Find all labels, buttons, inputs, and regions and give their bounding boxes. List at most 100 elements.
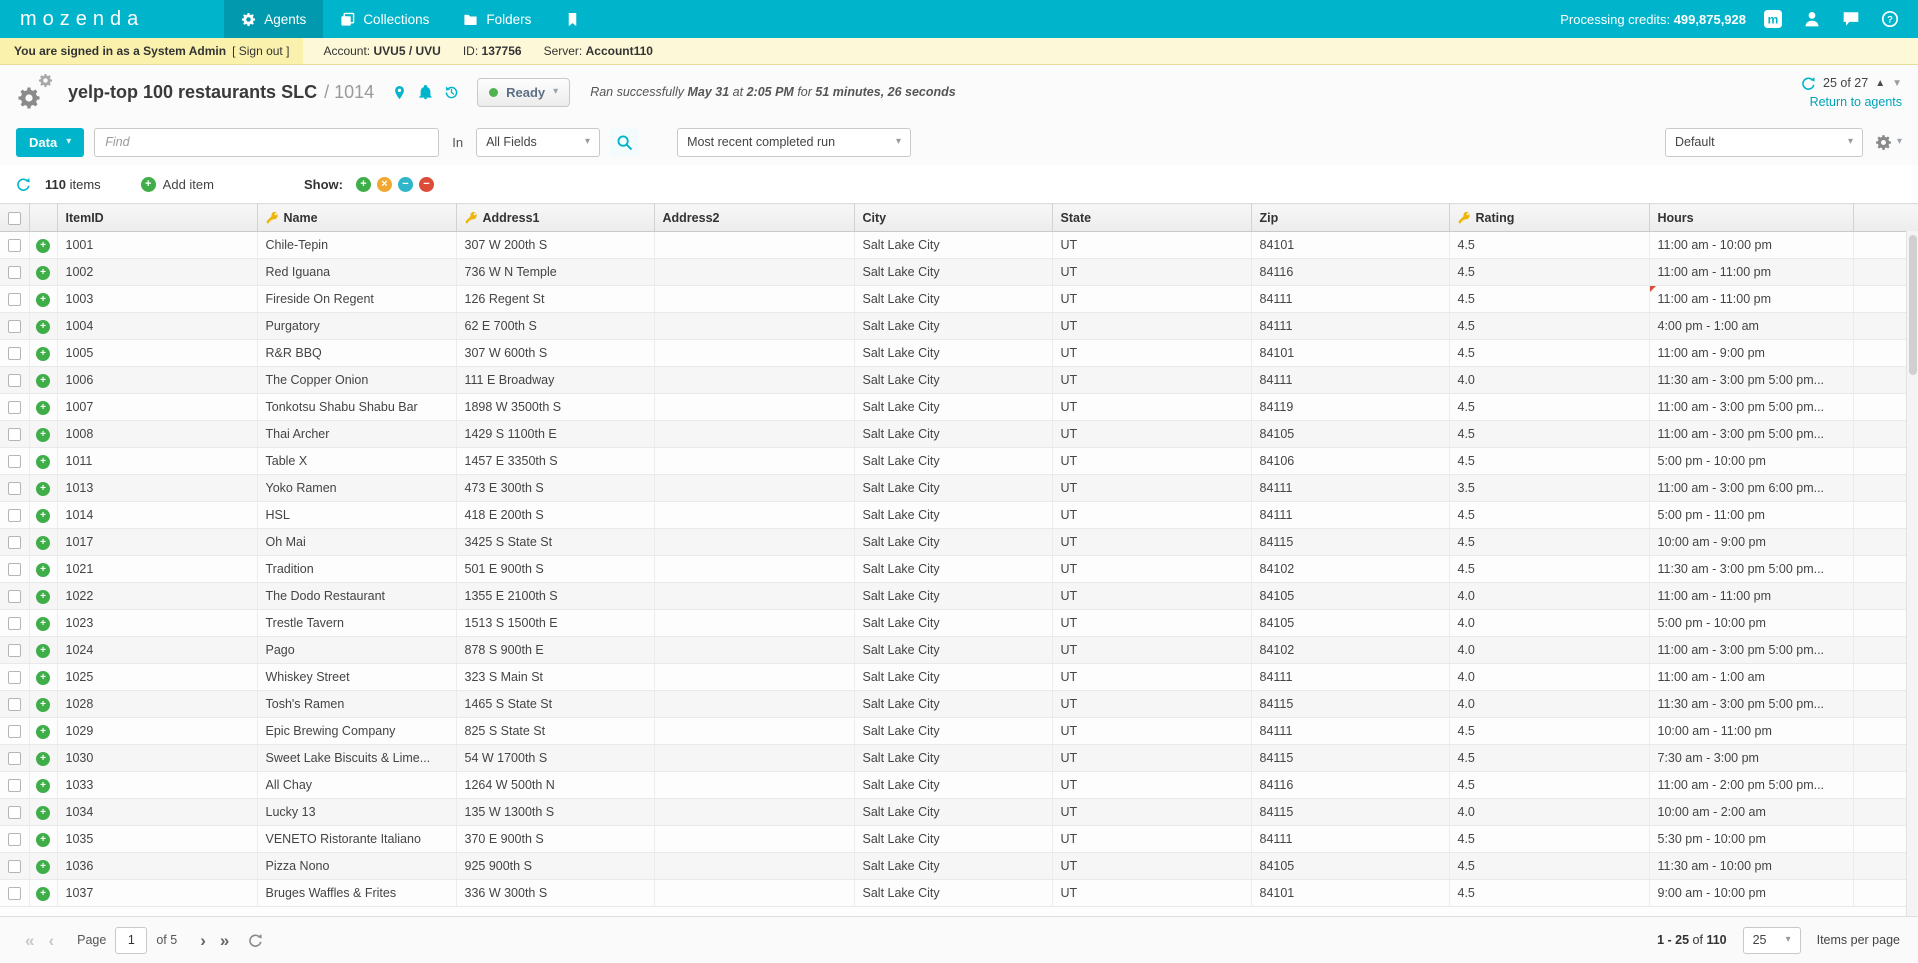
cell-itemid[interactable]: 1024 (57, 636, 258, 664)
cell-hours[interactable]: 11:30 am - 3:00 pm 5:00 pm... (1649, 366, 1854, 394)
expand-row-icon[interactable]: + (36, 266, 50, 280)
cell-zip[interactable]: 84116 (1251, 258, 1450, 286)
show-removed-icon[interactable]: − (418, 176, 434, 192)
cell-address2[interactable] (654, 771, 855, 799)
row-checkbox[interactable] (7, 752, 21, 766)
expand-row-icon[interactable]: + (36, 374, 50, 388)
last-page-icon[interactable]: » (213, 932, 236, 949)
return-to-agents-link[interactable]: Return to agents (1810, 95, 1902, 109)
cell-state[interactable]: UT (1052, 258, 1252, 286)
mozenda-app-icon[interactable]: m (1761, 7, 1785, 31)
row-checkbox[interactable] (7, 860, 21, 874)
cell-name[interactable]: Tonkotsu Shabu Shabu Bar (257, 393, 457, 421)
cell-name[interactable]: Table X (257, 447, 457, 475)
cell-address2[interactable] (654, 636, 855, 664)
cell-address1[interactable]: 135 W 1300th S (456, 798, 655, 826)
cell-itemid[interactable]: 1011 (57, 447, 258, 475)
cell-rating[interactable]: 4.0 (1449, 663, 1650, 691)
field-up-icon[interactable]: ▲ (1875, 78, 1885, 89)
cell-address1[interactable]: 1898 W 3500th S (456, 393, 655, 421)
cell-zip[interactable]: 84115 (1251, 744, 1450, 772)
cell-address1[interactable]: 1513 S 1500th E (456, 609, 655, 637)
show-neutral-icon[interactable]: − (397, 176, 413, 192)
cell-name[interactable]: Pizza Nono (257, 852, 457, 880)
cell-address2[interactable] (654, 312, 855, 340)
cell-name[interactable]: Purgatory (257, 312, 457, 340)
cell-hours[interactable]: 11:00 am - 3:00 pm 5:00 pm... (1649, 636, 1854, 664)
refresh-icon[interactable] (1801, 76, 1816, 91)
cell-rating[interactable]: 4.5 (1449, 501, 1650, 529)
cell-address1[interactable]: 336 W 300th S (456, 879, 655, 907)
cell-address2[interactable] (654, 501, 855, 529)
expand-row-icon[interactable]: + (36, 698, 50, 712)
cell-address2[interactable] (654, 582, 855, 610)
row-checkbox[interactable] (7, 833, 21, 847)
cell-address1[interactable]: 825 S State St (456, 717, 655, 745)
cell-hours[interactable]: 5:00 pm - 10:00 pm (1649, 447, 1854, 475)
cell-itemid[interactable]: 1029 (57, 717, 258, 745)
cell-city[interactable]: Salt Lake City (854, 312, 1053, 340)
cell-rating[interactable]: 4.5 (1449, 393, 1650, 421)
cell-city[interactable]: Salt Lake City (854, 555, 1053, 583)
cell-itemid[interactable]: 1005 (57, 339, 258, 367)
cell-itemid[interactable]: 1014 (57, 501, 258, 529)
nav-item-agents[interactable]: Agents (224, 0, 324, 38)
cell-city[interactable]: Salt Lake City (854, 474, 1053, 502)
cell-itemid[interactable]: 1021 (57, 555, 258, 583)
fields-select[interactable]: All Fields ▾ (476, 127, 601, 157)
cell-address1[interactable]: 473 E 300th S (456, 474, 655, 502)
cell-city[interactable]: Salt Lake City (854, 717, 1053, 745)
expand-row-icon[interactable]: + (36, 239, 50, 253)
expand-row-icon[interactable]: + (36, 644, 50, 658)
row-checkbox[interactable] (7, 887, 21, 901)
cell-state[interactable]: UT (1052, 582, 1252, 610)
expand-row-icon[interactable]: + (36, 887, 50, 901)
cell-address1[interactable]: 3425 S State St (456, 528, 655, 556)
cell-city[interactable]: Salt Lake City (854, 582, 1053, 610)
cell-address2[interactable] (654, 798, 855, 826)
cell-address1[interactable]: 1429 S 1100th E (456, 420, 655, 448)
cell-hours[interactable]: 11:30 am - 3:00 pm 5:00 pm... (1649, 555, 1854, 583)
cell-name[interactable]: R&R BBQ (257, 339, 457, 367)
find-input[interactable] (94, 127, 440, 157)
first-page-icon[interactable]: « (18, 932, 41, 949)
cell-state[interactable]: UT (1052, 771, 1252, 799)
cell-name[interactable]: VENETO Ristorante Italiano (257, 825, 457, 853)
cell-hours[interactable]: 5:00 pm - 11:00 pm (1649, 501, 1854, 529)
cell-name[interactable]: Fireside On Regent (257, 285, 457, 313)
cell-name[interactable]: Oh Mai (257, 528, 457, 556)
cell-address2[interactable] (654, 285, 855, 313)
cell-zip[interactable]: 84111 (1251, 663, 1450, 691)
cell-city[interactable]: Salt Lake City (854, 231, 1053, 259)
row-checkbox[interactable] (7, 698, 21, 712)
nav-item-folders[interactable]: Folders (446, 0, 548, 38)
cell-hours[interactable]: 11:30 am - 3:00 pm 5:00 pm... (1649, 690, 1854, 718)
cell-rating[interactable]: 4.5 (1449, 312, 1650, 340)
expand-row-icon[interactable]: + (36, 482, 50, 496)
bell-icon[interactable] (418, 84, 433, 100)
row-checkbox[interactable] (7, 293, 21, 307)
cell-itemid[interactable]: 1022 (57, 582, 258, 610)
cell-zip[interactable]: 84111 (1251, 285, 1450, 313)
next-page-icon[interactable]: › (193, 932, 213, 949)
cell-name[interactable]: Trestle Tavern (257, 609, 457, 637)
cell-city[interactable]: Salt Lake City (854, 690, 1053, 718)
cell-state[interactable]: UT (1052, 825, 1252, 853)
row-checkbox[interactable] (7, 266, 21, 280)
cell-zip[interactable]: 84111 (1251, 717, 1450, 745)
cell-itemid[interactable]: 1008 (57, 420, 258, 448)
cell-hours[interactable]: 9:00 am - 10:00 pm (1649, 879, 1854, 907)
expand-row-icon[interactable]: + (36, 590, 50, 604)
cell-itemid[interactable]: 1033 (57, 771, 258, 799)
cell-rating[interactable]: 4.0 (1449, 690, 1650, 718)
cell-address1[interactable]: 1457 E 3350th S (456, 447, 655, 475)
cell-itemid[interactable]: 1023 (57, 609, 258, 637)
column-header-zip[interactable]: Zip (1251, 203, 1450, 232)
cell-state[interactable]: UT (1052, 744, 1252, 772)
cell-hours[interactable]: 11:00 am - 10:00 pm (1649, 231, 1854, 259)
cell-name[interactable]: Red Iguana (257, 258, 457, 286)
cell-address1[interactable]: 1264 W 500th N (456, 771, 655, 799)
cell-state[interactable]: UT (1052, 474, 1252, 502)
cell-address2[interactable] (654, 690, 855, 718)
row-checkbox[interactable] (7, 779, 21, 793)
